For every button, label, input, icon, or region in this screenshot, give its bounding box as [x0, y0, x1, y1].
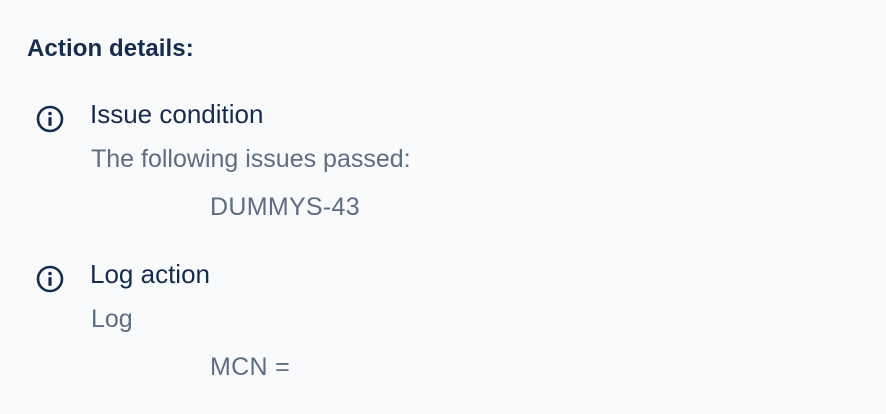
action-entry-subtitle: The following issues passed:	[91, 145, 411, 173]
issue-key-value: DUMMYS-43	[210, 193, 360, 221]
action-entry-title: Issue condition	[90, 99, 264, 129]
action-details-panel: Action details: Issue condition The foll…	[0, 0, 886, 414]
info-icon	[35, 264, 65, 294]
log-message-value: MCN =	[210, 353, 290, 381]
action-entry-subtitle: Log	[91, 305, 133, 333]
action-details-heading: Action details:	[27, 35, 194, 62]
action-entry-title: Log action	[90, 259, 210, 289]
info-icon	[35, 104, 65, 134]
